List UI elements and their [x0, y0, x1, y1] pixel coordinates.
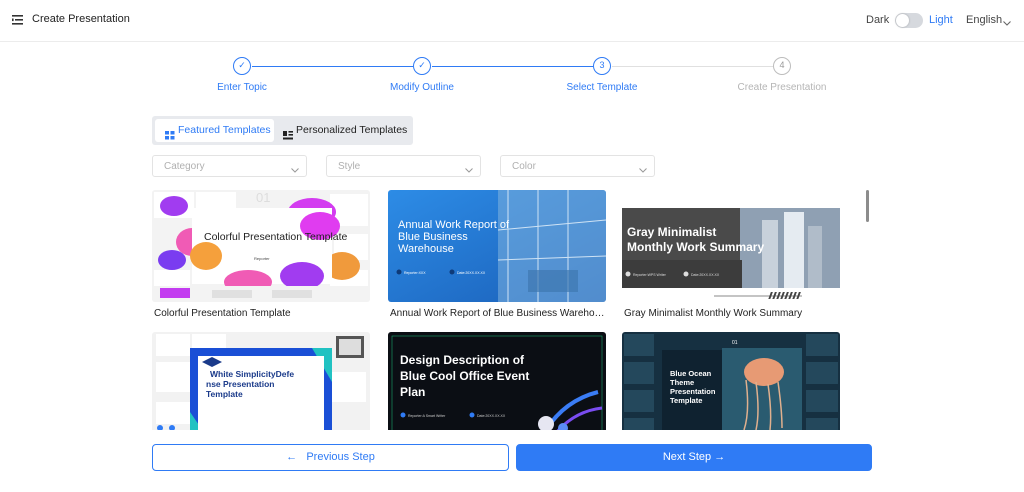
- step-number: 4: [773, 57, 791, 75]
- category-placeholder: Category: [164, 161, 205, 172]
- color-select[interactable]: Color: [500, 155, 655, 177]
- template-title: Gray Minimalist Monthly Work Summary: [624, 308, 803, 319]
- step-connector: [612, 66, 773, 67]
- theme-toggle[interactable]: [895, 13, 923, 28]
- template-thumbnail[interactable]: Colorful Presentation Template Reporter …: [152, 190, 370, 302]
- thumb-caption: Reporter: [254, 256, 270, 261]
- template-grid: Colorful Presentation Template Reporter …: [152, 190, 872, 430]
- step-label: Select Template: [566, 82, 638, 93]
- template-thumbnail[interactable]: Design Description of Blue Cool Office E…: [388, 332, 606, 430]
- next-step-label: Next Step: [662, 451, 712, 463]
- chevron-down-icon: [638, 162, 648, 173]
- style-placeholder: Style: [338, 161, 361, 172]
- step-check-icon: ✓: [233, 57, 251, 75]
- menu-icon[interactable]: [12, 14, 24, 26]
- page-title: Create Presentation: [32, 13, 130, 25]
- next-step-button[interactable]: Next Step →: [516, 444, 872, 471]
- previous-step-button[interactable]: ← Previous Step: [152, 444, 509, 471]
- theme-light-label[interactable]: Light: [929, 14, 953, 26]
- tab-label: Featured Templates: [178, 124, 271, 136]
- arrow-right-icon: →: [714, 451, 726, 463]
- tab-personalized-templates[interactable]: Personalized Templates: [278, 119, 410, 142]
- template-thumbnail[interactable]: Gray Minimalist Monthly Work Summary Rep…: [622, 190, 840, 302]
- style-select[interactable]: Style: [326, 155, 481, 177]
- template-title: Colorful Presentation Template: [154, 308, 291, 319]
- template-thumbnail[interactable]: Annual Work Report of Blue Business Ware…: [388, 190, 606, 302]
- grid-icon: [165, 126, 175, 140]
- app-header: Create Presentation Dark Light English: [0, 0, 1024, 42]
- template-thumbnail[interactable]: Blue Ocean Theme Presentation Template 0…: [622, 332, 840, 430]
- step-number: 3: [593, 57, 611, 75]
- category-select[interactable]: Category: [152, 155, 307, 177]
- thumb-reporter: Reporter:WPS Writer: [633, 273, 667, 277]
- template-thumbnail[interactable]: White SimplicityDefe nse Presentation Te…: [152, 332, 370, 430]
- step-label: Create Presentation: [737, 82, 827, 93]
- step-connector: [252, 66, 413, 67]
- color-placeholder: Color: [512, 161, 536, 172]
- step-label: Enter Topic: [217, 82, 267, 93]
- template-title: Annual Work Report of Blue Business Ware…: [390, 308, 606, 319]
- theme-dark-label[interactable]: Dark: [866, 14, 889, 26]
- arrow-left-icon: ←: [286, 451, 298, 463]
- tab-label: Personalized Templates: [296, 124, 408, 136]
- thumb-heading: Colorful Presentation Template: [204, 231, 348, 243]
- step-connector: [432, 66, 593, 67]
- previous-step-label: Previous Step: [306, 451, 375, 463]
- template-tabs: Featured Templates Personalized Template…: [152, 116, 413, 145]
- thumb-number: 01: [732, 340, 738, 346]
- step-label: Modify Outline: [390, 82, 454, 93]
- thumb-date: Date:20XX.XX.XX: [477, 414, 506, 418]
- layout-icon: [283, 126, 293, 140]
- thumb-reporter: Reporter:XXX: [404, 271, 426, 275]
- chevron-down-icon: [464, 162, 474, 173]
- thumb-date: Date:20XX.XX.XX: [691, 273, 720, 277]
- language-select[interactable]: English: [966, 14, 1002, 26]
- step-check-icon: ✓: [413, 57, 431, 75]
- theme-toggle-knob: [896, 14, 909, 27]
- thumb-reporter: Reporter:A Smart Writer: [408, 414, 446, 418]
- chevron-down-icon[interactable]: [1002, 15, 1012, 26]
- thumb-date: Date:20XX.XX.XX: [457, 271, 486, 275]
- scrollbar[interactable]: [866, 190, 869, 222]
- thumb-number: 01: [256, 190, 270, 205]
- tab-featured-templates[interactable]: Featured Templates: [155, 119, 274, 142]
- progress-steps: ✓ Enter Topic ✓ Modify Outline 3 Select …: [0, 52, 1024, 102]
- chevron-down-icon: [290, 162, 300, 173]
